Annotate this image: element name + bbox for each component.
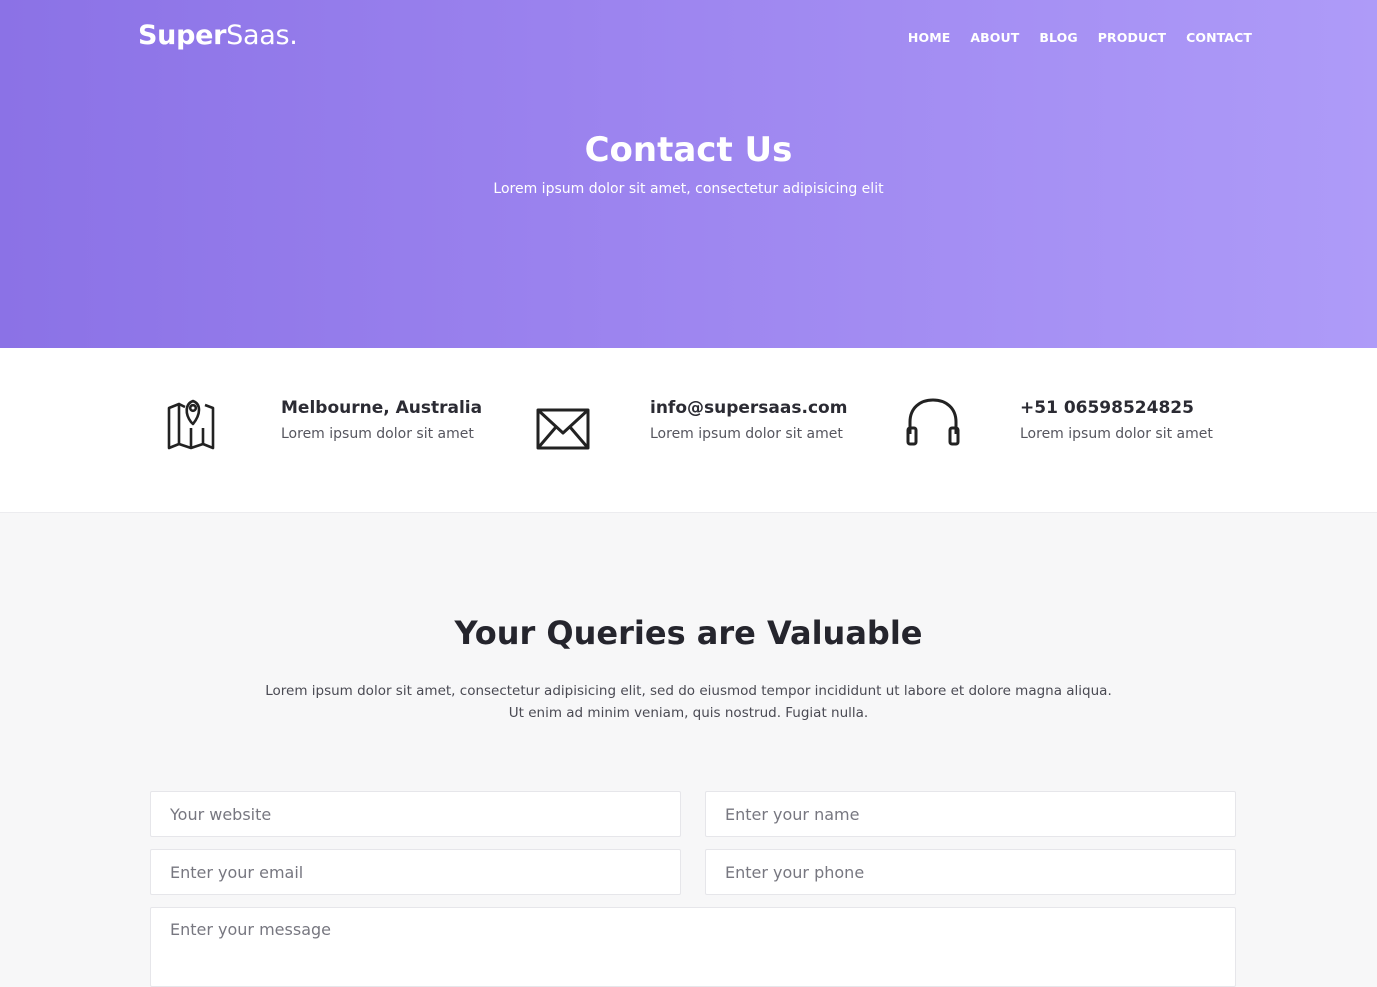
queries-desc-line-2: Ut enim ad minim veniam, quis nostrud. F… bbox=[508, 705, 869, 721]
email-input[interactable] bbox=[150, 849, 681, 895]
nav-home[interactable]: HOME bbox=[908, 30, 950, 45]
message-textarea[interactable] bbox=[150, 907, 1236, 987]
page-subtitle: Lorem ipsum dolor sit amet, consectetur … bbox=[493, 181, 884, 197]
envelope-icon bbox=[536, 408, 590, 450]
headphones-icon bbox=[906, 398, 960, 446]
map-pin-icon bbox=[167, 399, 215, 450]
phone-title[interactable]: +51 06598524825 bbox=[1020, 398, 1213, 418]
brand-logo-bold: Super bbox=[138, 20, 227, 51]
nav-about[interactable]: ABOUT bbox=[970, 30, 1019, 45]
nav-contact[interactable]: CONTACT bbox=[1186, 30, 1252, 45]
queries-description: Lorem ipsum dolor sit amet, consectetur … bbox=[0, 680, 1377, 724]
email-title[interactable]: info@supersaas.com bbox=[650, 398, 847, 418]
phone-desc: Lorem ipsum dolor sit amet bbox=[1020, 426, 1213, 442]
queries-desc-line-1: Lorem ipsum dolor sit amet, consectetur … bbox=[265, 683, 1112, 699]
hero-banner: SuperSaas. HOME ABOUT BLOG PRODUCT CONTA… bbox=[0, 0, 1377, 348]
address-desc: Lorem ipsum dolor sit amet bbox=[281, 426, 474, 442]
queries-title: Your Queries are Valuable bbox=[454, 614, 923, 652]
phone-input[interactable] bbox=[705, 849, 1236, 895]
contact-info-strip: Melbourne, Australia Lorem ipsum dolor s… bbox=[0, 348, 1377, 513]
name-input[interactable] bbox=[705, 791, 1236, 837]
nav-blog[interactable]: BLOG bbox=[1039, 30, 1077, 45]
page-title: Contact Us bbox=[584, 130, 793, 170]
website-input[interactable] bbox=[150, 791, 681, 837]
nav-product[interactable]: PRODUCT bbox=[1098, 30, 1166, 45]
brand-logo-light: Saas. bbox=[226, 20, 298, 51]
email-desc: Lorem ipsum dolor sit amet bbox=[650, 426, 843, 442]
brand-logo[interactable]: SuperSaas. bbox=[138, 20, 298, 51]
address-title: Melbourne, Australia bbox=[281, 398, 483, 418]
main-nav: HOME ABOUT BLOG PRODUCT CONTACT bbox=[888, 30, 1252, 45]
